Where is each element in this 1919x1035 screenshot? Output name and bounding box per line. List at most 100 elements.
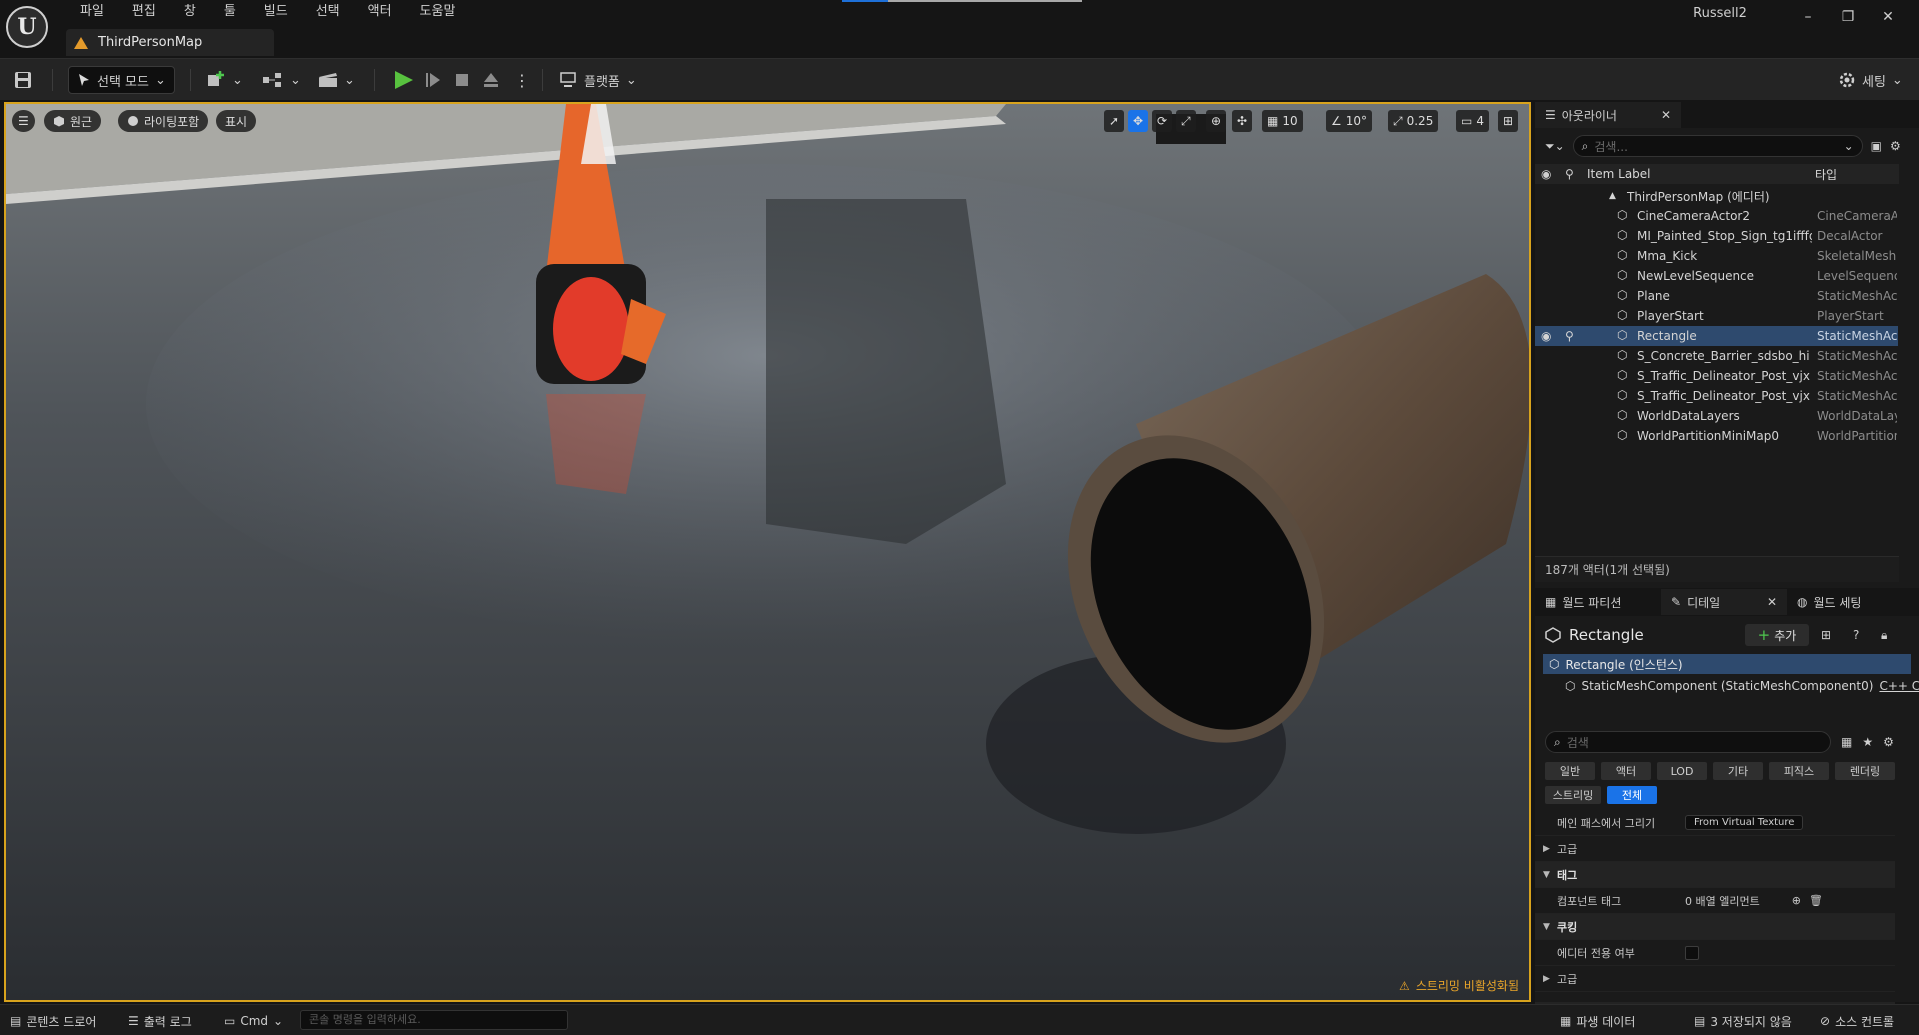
add-folder-icon[interactable]: ▣: [1871, 139, 1882, 153]
blueprint-convert-icon[interactable]: ⊞: [1821, 628, 1831, 642]
translate-tool-button[interactable]: ✥: [1128, 110, 1149, 132]
editor-only-checkbox[interactable]: [1685, 945, 1699, 960]
unsaved-button[interactable]: ▤ 3 저장되지 않음: [1694, 1012, 1792, 1030]
minimize-button[interactable]: –: [1788, 4, 1828, 30]
blueprint-button[interactable]: ⌄: [262, 66, 301, 94]
chevron-down-icon[interactable]: ⌄: [1844, 139, 1854, 153]
view-mode-button[interactable]: 라이팅포함: [118, 110, 209, 132]
maximize-viewport-button[interactable]: ⊞: [1498, 110, 1519, 132]
category-misc[interactable]: 기타: [1713, 762, 1763, 780]
menu-help[interactable]: 도움말: [406, 3, 470, 23]
console-input[interactable]: 콘솔 명령을 입력하세요.: [300, 1010, 568, 1030]
output-log-button[interactable]: ☰ 출력 로그: [128, 1012, 192, 1030]
close-icon[interactable]: ✕: [1661, 108, 1671, 122]
add-element-icon[interactable]: ⊕: [1792, 894, 1801, 907]
component-row[interactable]: ⬡ StaticMeshComponent (StaticMeshCompone…: [1565, 676, 1919, 696]
category-general[interactable]: 일반: [1545, 762, 1595, 780]
save-button[interactable]: [14, 66, 32, 94]
restore-button[interactable]: ❐: [1828, 4, 1868, 30]
category-rendering[interactable]: 렌더링: [1835, 762, 1895, 780]
viewport-scene[interactable]: [6, 104, 1529, 1000]
outliner-row[interactable]: ◉ ⚲ ⬡ Rectangle StaticMeshAct: [1535, 326, 1898, 346]
step-button[interactable]: [424, 66, 442, 94]
prop-advanced-1[interactable]: ▶ 고급: [1535, 836, 1895, 862]
outliner-row[interactable]: ⬡ CineCameraActor2 CineCameraAc: [1535, 206, 1898, 226]
tab-outliner[interactable]: ☰ 아웃라이너 ✕: [1535, 102, 1681, 128]
viewport-options-button[interactable]: ☰: [12, 110, 35, 132]
outliner-row[interactable]: ⬡ S_Concrete_Barrier_sdsbo_hi StaticMeshAc…: [1535, 346, 1898, 366]
grid-snap-button[interactable]: ▦ 10: [1262, 110, 1303, 132]
level-tab[interactable]: ThirdPersonMap: [66, 29, 274, 56]
menu-file[interactable]: 파일: [66, 3, 118, 23]
help-icon[interactable]: ?: [1853, 628, 1859, 642]
outliner-row[interactable]: ⬡ PlayerStart PlayerStart: [1535, 306, 1898, 326]
level-viewport[interactable]: ☰ 원근 라이팅포함 표시 ➚ ✥ ⟳ ⤢ ⊕ ✣ ▦ 10 ∠ 10° ⤢ 0…: [4, 102, 1531, 1002]
menu-edit[interactable]: 편집: [118, 3, 170, 23]
play-button[interactable]: [392, 66, 416, 94]
outliner-root-row[interactable]: ▲ ThirdPersonMap (에디터): [1535, 186, 1898, 206]
play-options-button[interactable]: ⋮: [514, 66, 530, 94]
rotate-tool-button[interactable]: ⟳: [1152, 110, 1173, 132]
outliner-row[interactable]: ⬡ WorldDataLayers WorldDataLay: [1535, 406, 1898, 426]
rotation-snap-button[interactable]: ∠ 10°: [1326, 110, 1373, 132]
category-actor[interactable]: 액터: [1601, 762, 1651, 780]
add-component-button[interactable]: + 추가: [1745, 624, 1809, 646]
outliner-row[interactable]: ⬡ S_Traffic_Delineator_Post_vjx StaticMesh…: [1535, 366, 1898, 386]
lock-icon[interactable]: 🔒︎: [1881, 628, 1887, 643]
user-name[interactable]: Russell2: [1660, 6, 1780, 26]
scale-tool-button[interactable]: ⤢: [1176, 110, 1196, 132]
derived-data-button[interactable]: ▦ 파생 데이터: [1560, 1012, 1635, 1030]
star-icon[interactable]: ★: [1862, 735, 1873, 749]
visibility-icon[interactable]: ◉: [1541, 329, 1551, 343]
filter-icon[interactable]: ⏷⌄: [1545, 139, 1565, 154]
prop-cooking-header[interactable]: ▼ 쿠킹: [1535, 914, 1895, 940]
close-button[interactable]: ✕: [1868, 4, 1908, 30]
outliner-row[interactable]: ⬡ S_Traffic_Delineator_Post_vjx StaticMesh…: [1535, 386, 1898, 406]
menu-actor[interactable]: 액터: [354, 3, 406, 23]
tab-world-settings[interactable]: ◍ 월드 세팅: [1787, 589, 1913, 615]
table-view-icon[interactable]: ▦: [1841, 735, 1852, 749]
eject-button[interactable]: [482, 66, 500, 94]
item-label-header[interactable]: Item Label: [1587, 167, 1651, 181]
pin-icon[interactable]: ⚲: [1565, 329, 1574, 343]
main-pass-dropdown[interactable]: From Virtual Texture: [1685, 815, 1804, 830]
gear-icon[interactable]: ⚙: [1883, 735, 1894, 749]
prop-advanced-2[interactable]: ▶ 고급: [1535, 966, 1895, 992]
content-drawer-button[interactable]: ▤ 콘텐츠 드로어: [10, 1012, 96, 1030]
category-streaming[interactable]: 스트리밍: [1545, 786, 1601, 804]
surface-snap-button[interactable]: ✣: [1232, 110, 1253, 132]
add-content-button[interactable]: ⌄: [206, 66, 243, 94]
coordinate-space-button[interactable]: ⊕: [1206, 110, 1227, 132]
category-lod[interactable]: LOD: [1657, 762, 1707, 780]
details-search-input[interactable]: ⌕ 검색: [1545, 731, 1831, 753]
gear-icon[interactable]: ⚙: [1890, 139, 1901, 153]
menu-select[interactable]: 선택: [302, 3, 354, 23]
cmd-dropdown[interactable]: ▭ Cmd ⌄: [224, 1012, 283, 1030]
tab-world-partition[interactable]: ▦ 월드 파티션: [1535, 589, 1661, 615]
prop-tags-header[interactable]: ▼ 태그: [1535, 862, 1895, 888]
component-cpp-link[interactable]: C++ C: [1879, 679, 1919, 693]
outliner-row[interactable]: ⬡ NewLevelSequence LevelSequenc: [1535, 266, 1898, 286]
category-physics[interactable]: 피직스: [1769, 762, 1829, 780]
perspective-button[interactable]: 원근: [44, 110, 102, 132]
settings-dropdown[interactable]: 세팅 ⌄: [1838, 66, 1903, 94]
outliner-search-input[interactable]: ⌕ 검색... ⌄: [1572, 135, 1863, 157]
cinematics-button[interactable]: ⌄: [318, 66, 355, 94]
actor-name[interactable]: Rectangle: [1569, 626, 1644, 644]
unreal-logo-icon[interactable]: U: [6, 6, 48, 48]
menu-window[interactable]: 창: [170, 3, 210, 23]
close-icon[interactable]: ✕: [1767, 595, 1777, 609]
source-control-button[interactable]: ⊘ 소스 컨트롤: [1820, 1012, 1894, 1030]
outliner-row[interactable]: ⬡ Mma_Kick SkeletalMesh: [1535, 246, 1898, 266]
select-tool-button[interactable]: ➚: [1104, 110, 1125, 132]
camera-speed-button[interactable]: ▭ 4: [1456, 110, 1489, 132]
scale-snap-button[interactable]: ⤢ 0.25: [1388, 110, 1439, 132]
outliner-row[interactable]: ⬡ WorldPartitionMiniMap0 WorldPartition: [1535, 426, 1898, 446]
category-all[interactable]: 전체: [1607, 786, 1657, 804]
platforms-dropdown[interactable]: 플랫폼 ⌄: [560, 66, 637, 94]
outliner-row[interactable]: ⬡ Plane StaticMeshAct: [1535, 286, 1898, 306]
menu-build[interactable]: 빌드: [250, 3, 302, 23]
show-button[interactable]: 표시: [216, 110, 257, 132]
menu-tools[interactable]: 툴: [210, 3, 250, 23]
type-header[interactable]: 타입: [1815, 166, 1837, 183]
